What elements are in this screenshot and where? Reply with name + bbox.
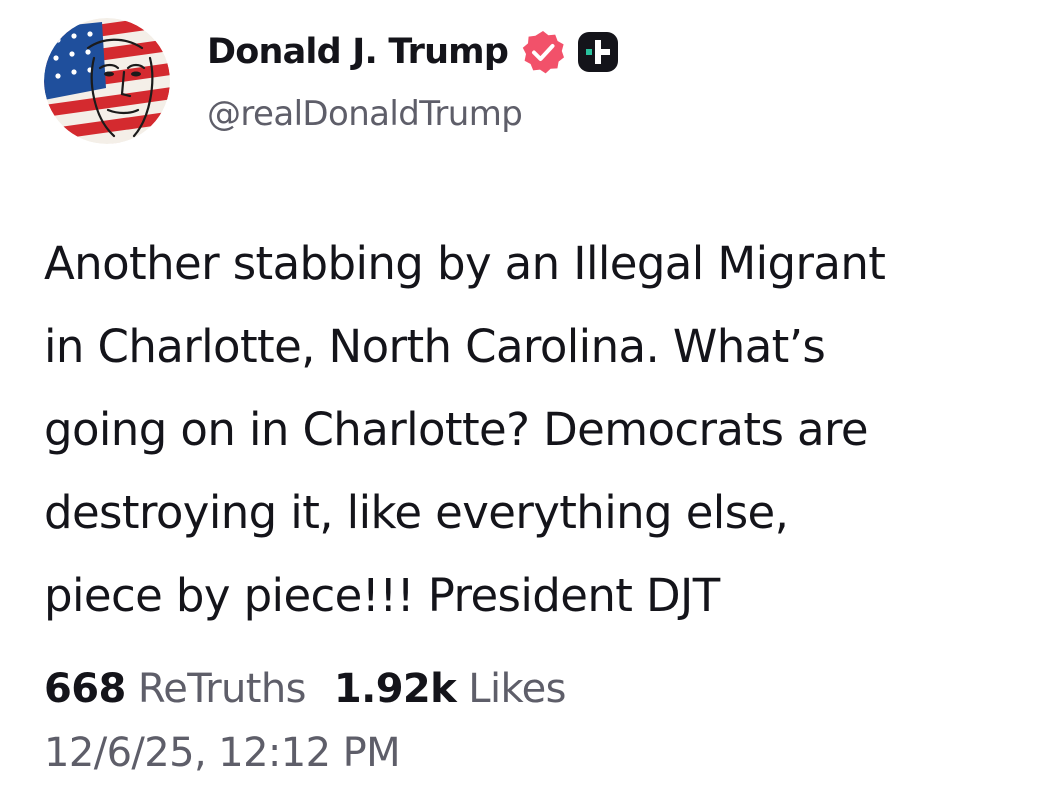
post-text: Another stabbing by an Illegal Migrant i…	[44, 222, 1044, 637]
user-handle[interactable]: @realDonaldTrump	[207, 94, 523, 134]
post-stats: 668 ReTruths 1.92k Likes	[44, 666, 566, 712]
post-timestamp[interactable]: 12/6/25, 12:12 PM	[44, 730, 401, 776]
post-text-line: destroying it, like everything else,	[44, 486, 789, 539]
flag-portrait-avatar-icon	[44, 18, 170, 144]
retruths-label: ReTruths	[137, 666, 307, 712]
retruths-count: 668	[44, 666, 126, 712]
likes-label: Likes	[468, 666, 566, 712]
post-text-line: piece by piece!!! President DJT	[44, 569, 720, 622]
verified-badge-icon	[522, 31, 565, 74]
post-text-line: in Charlotte, North Carolina. What’s	[44, 320, 826, 373]
likes-stat[interactable]: 1.92k Likes	[333, 666, 567, 712]
truth-post: Donald J. Trump @realDonaldTrump Another…	[0, 0, 1060, 800]
likes-count: 1.92k	[333, 666, 457, 712]
post-text-line: Another stabbing by an Illegal Migrant	[44, 237, 886, 290]
display-name[interactable]: Donald J. Trump	[207, 32, 509, 72]
post-text-line: going on in Charlotte? Democrats are	[44, 403, 869, 456]
truth-plus-icon	[578, 32, 619, 72]
author-row: Donald J. Trump	[207, 24, 620, 80]
avatar[interactable]	[44, 18, 170, 144]
retruths-stat[interactable]: 668 ReTruths	[44, 666, 306, 712]
